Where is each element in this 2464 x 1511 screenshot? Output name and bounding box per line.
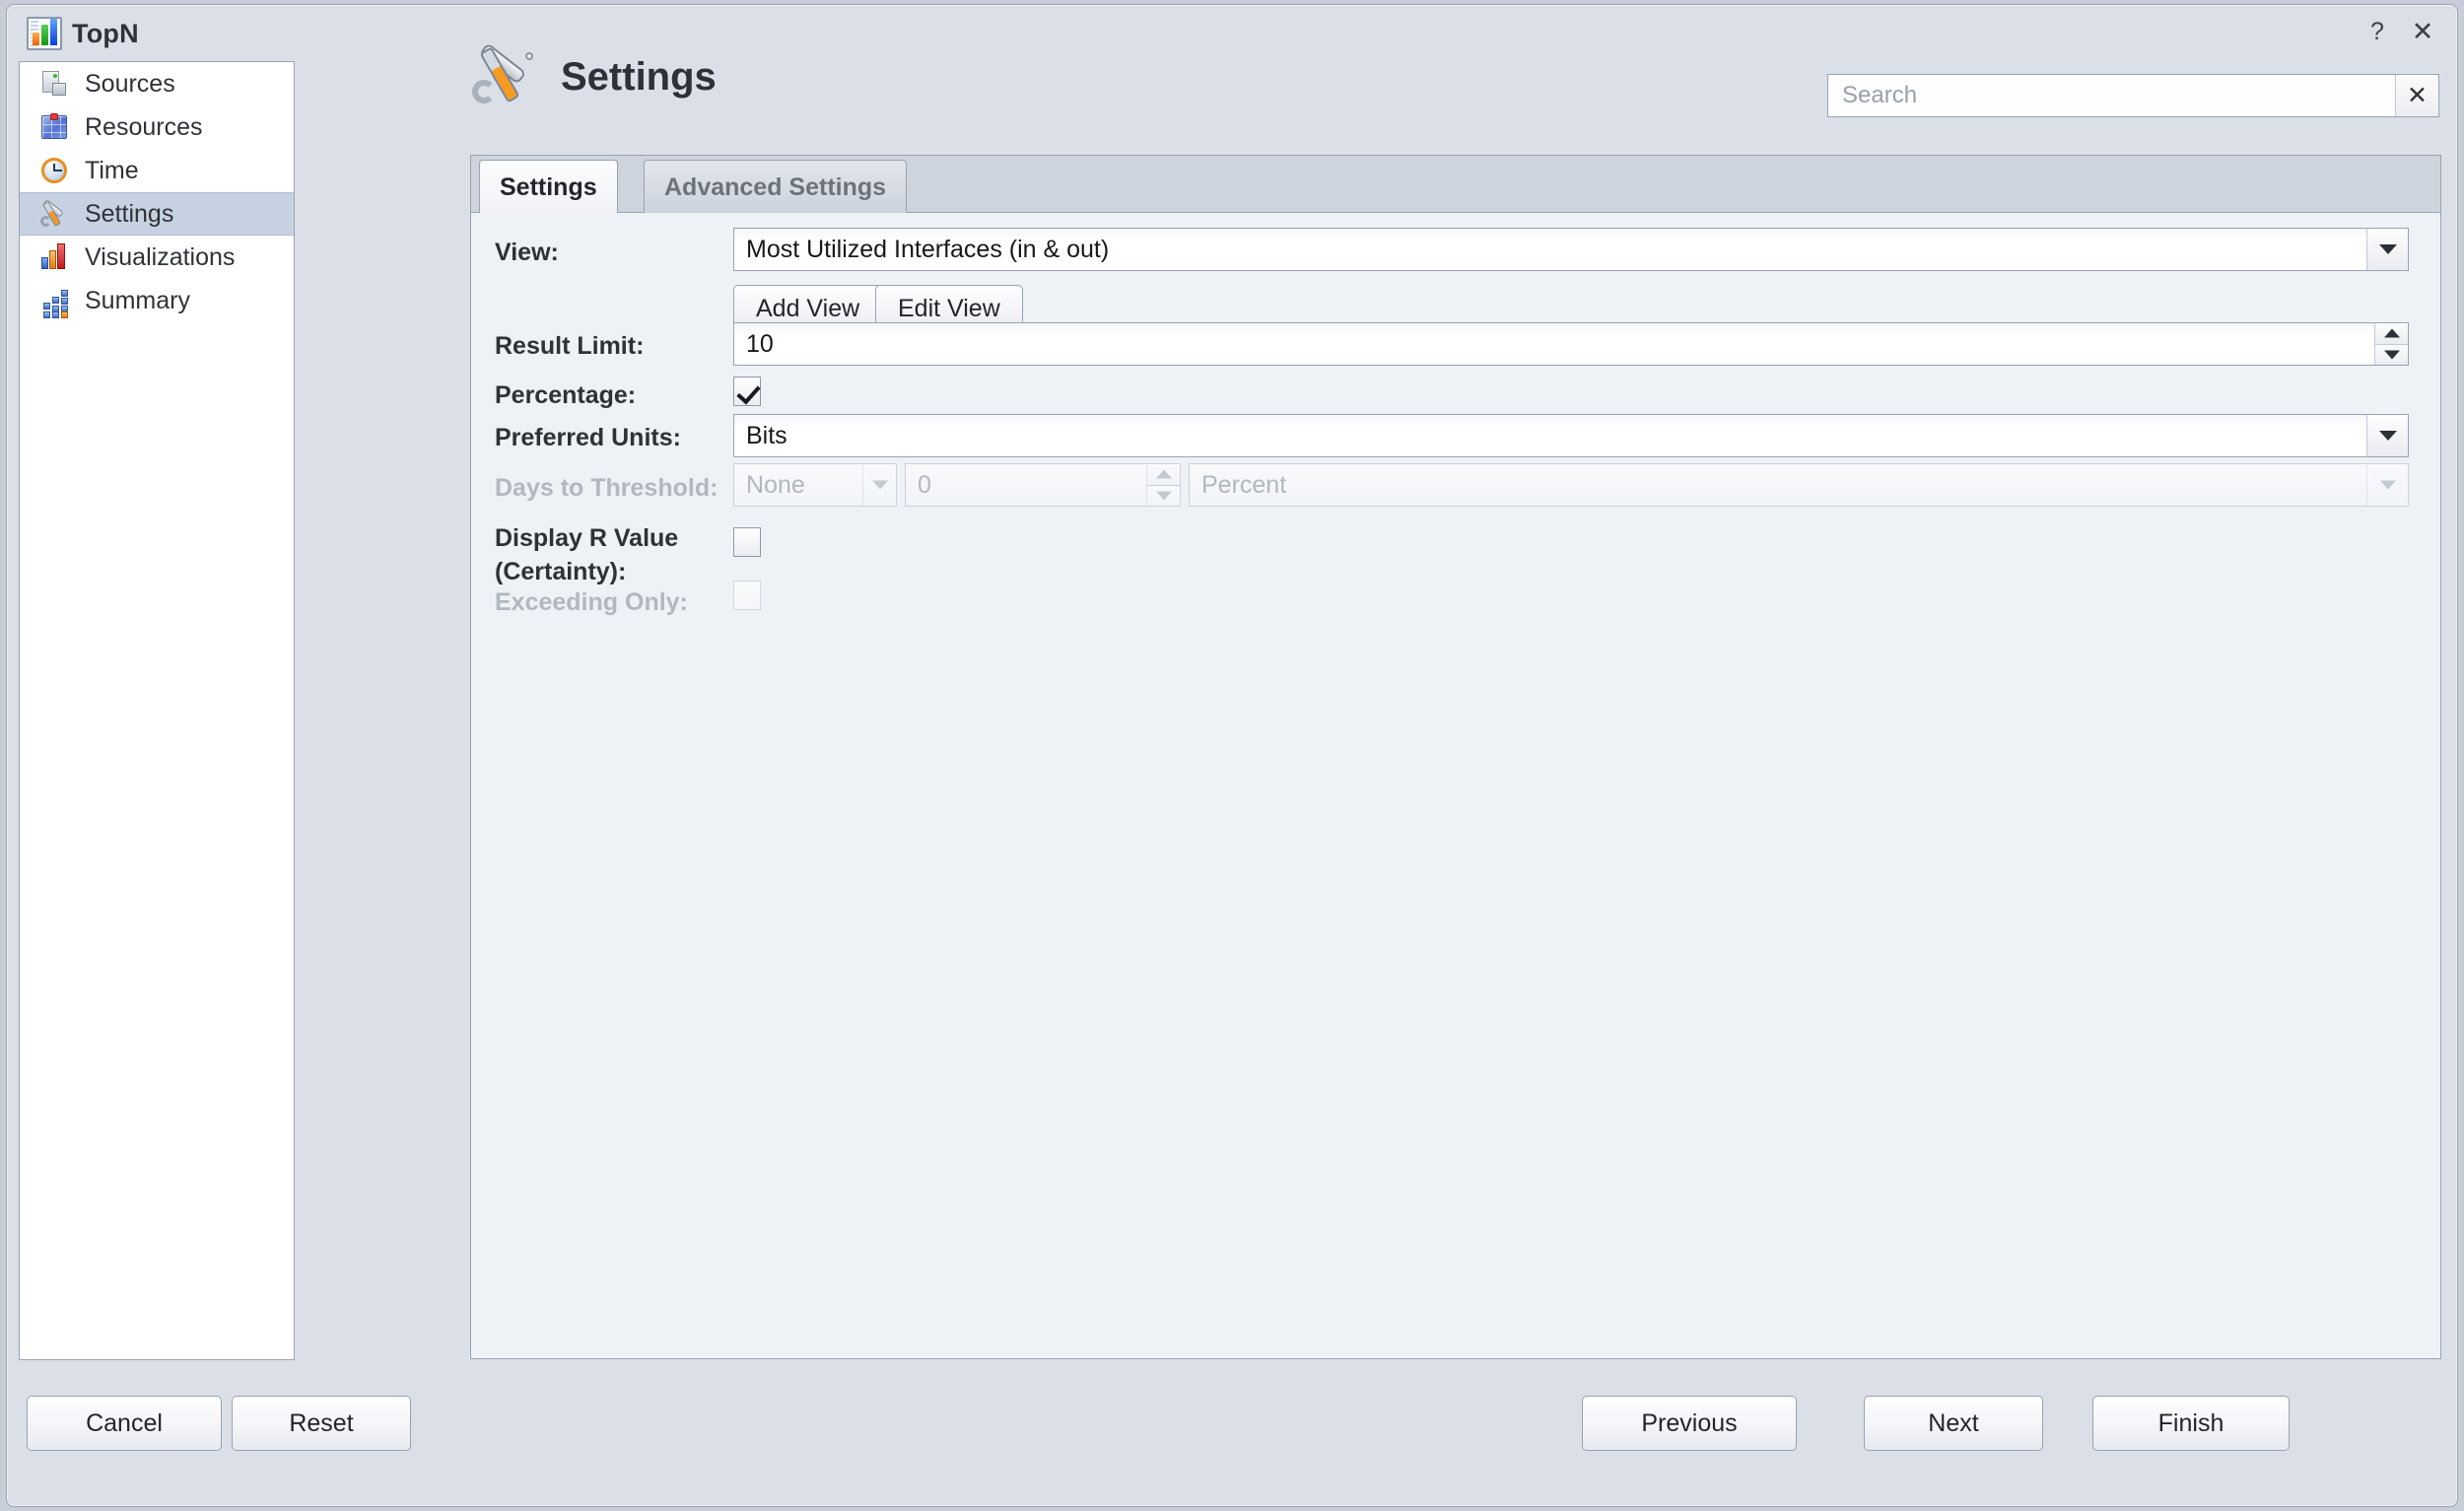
stepper-down-icon[interactable] (2375, 344, 2408, 365)
reset-button[interactable]: Reset (232, 1396, 411, 1451)
page-header: Settings (470, 42, 717, 109)
chevron-down-icon[interactable] (2366, 229, 2408, 270)
search-box: ✕ (1827, 74, 2439, 117)
sidebar-item-sources[interactable]: Sources (20, 62, 294, 105)
stepper-up-icon (1147, 464, 1180, 486)
sidebar-item-label: Time (85, 157, 139, 184)
days-to-threshold-unit-combo: Percent (1189, 463, 2409, 507)
sidebar-item-label: Visualizations (85, 243, 236, 271)
sidebar-item-time[interactable]: Time (20, 149, 294, 192)
sidebar-item-label: Sources (85, 70, 175, 98)
server-icon (39, 69, 69, 99)
sidebar-item-label: Resources (85, 113, 203, 141)
days-to-threshold-amount-value: 0 (906, 464, 1146, 506)
search-input[interactable] (1828, 75, 2395, 116)
display-r-value-label-line1: Display R Value (495, 524, 679, 552)
tab-strip: Settings Advanced Settings (471, 156, 2440, 213)
tab-settings[interactable]: Settings (479, 160, 618, 213)
sidebar-item-resources[interactable]: Resources (20, 105, 294, 149)
tools-icon (39, 198, 69, 229)
window-title: TopN (72, 19, 139, 48)
footer-bar: Cancel Reset Previous Next Finish (7, 1360, 2457, 1506)
percentage-checkbox[interactable] (733, 377, 761, 406)
sidebar-item-settings[interactable]: Settings (20, 192, 294, 236)
stepper-down-icon (1147, 485, 1180, 506)
preferred-units-combo[interactable]: Bits (733, 414, 2409, 457)
next-button[interactable]: Next (1864, 1396, 2043, 1451)
grid-icon (39, 286, 69, 318)
title-bar: TopN ? ✕ (7, 5, 2457, 66)
view-combo[interactable]: Most Utilized Interfaces (in & out) (733, 228, 2409, 271)
display-r-value-label: Display R Value (Certainty): (495, 521, 771, 588)
cancel-button[interactable]: Cancel (27, 1396, 222, 1451)
close-button[interactable]: ✕ (2406, 15, 2439, 48)
view-combo-value: Most Utilized Interfaces (in & out) (734, 229, 2366, 270)
result-limit-value[interactable]: 10 (734, 323, 2374, 365)
sidebar-item-visualizations[interactable]: Visualizations (20, 236, 294, 279)
settings-form: View: Most Utilized Interfaces (in & out… (471, 214, 2440, 1358)
page-title: Settings (561, 54, 717, 99)
sidebar-item-label: Summary (85, 287, 190, 314)
topn-window: TopN ? ✕ Sources Resources Time Settings… (6, 4, 2458, 1507)
help-button[interactable]: ? (2361, 15, 2394, 48)
days-to-threshold-unit-value: Percent (1190, 464, 2366, 506)
sidebar-item-label: Settings (85, 200, 174, 228)
display-r-value-label-line2: (Certainty): (495, 558, 627, 585)
result-limit-spinner[interactable]: 10 (733, 322, 2409, 366)
bar-chart-icon (27, 17, 62, 50)
cube-icon (39, 112, 69, 142)
finish-button[interactable]: Finish (2092, 1396, 2290, 1451)
previous-button[interactable]: Previous (1582, 1396, 1797, 1451)
chevron-down-icon (2366, 464, 2408, 506)
bar-chart-icon (39, 242, 69, 272)
content-panel: Settings Advanced Settings View: Most Ut… (470, 155, 2441, 1359)
clear-search-icon[interactable]: ✕ (2395, 75, 2438, 116)
stepper-up-icon[interactable] (2375, 323, 2408, 345)
days-to-threshold-mode-combo: None (733, 463, 897, 507)
days-to-threshold-mode-value: None (734, 464, 862, 506)
chevron-down-icon[interactable] (2366, 415, 2408, 456)
tools-icon (470, 42, 539, 109)
sidebar-item-summary[interactable]: Summary (20, 279, 294, 322)
exceeding-only-checkbox (733, 581, 761, 610)
clock-icon (39, 156, 69, 185)
preferred-units-value: Bits (734, 415, 2366, 456)
sidebar: Sources Resources Time Settings Visualiz… (19, 61, 295, 1360)
display-r-value-checkbox[interactable] (733, 527, 761, 557)
days-to-threshold-amount-spinner: 0 (905, 463, 1181, 507)
tab-advanced-settings[interactable]: Advanced Settings (644, 160, 908, 213)
chevron-down-icon (862, 464, 896, 506)
